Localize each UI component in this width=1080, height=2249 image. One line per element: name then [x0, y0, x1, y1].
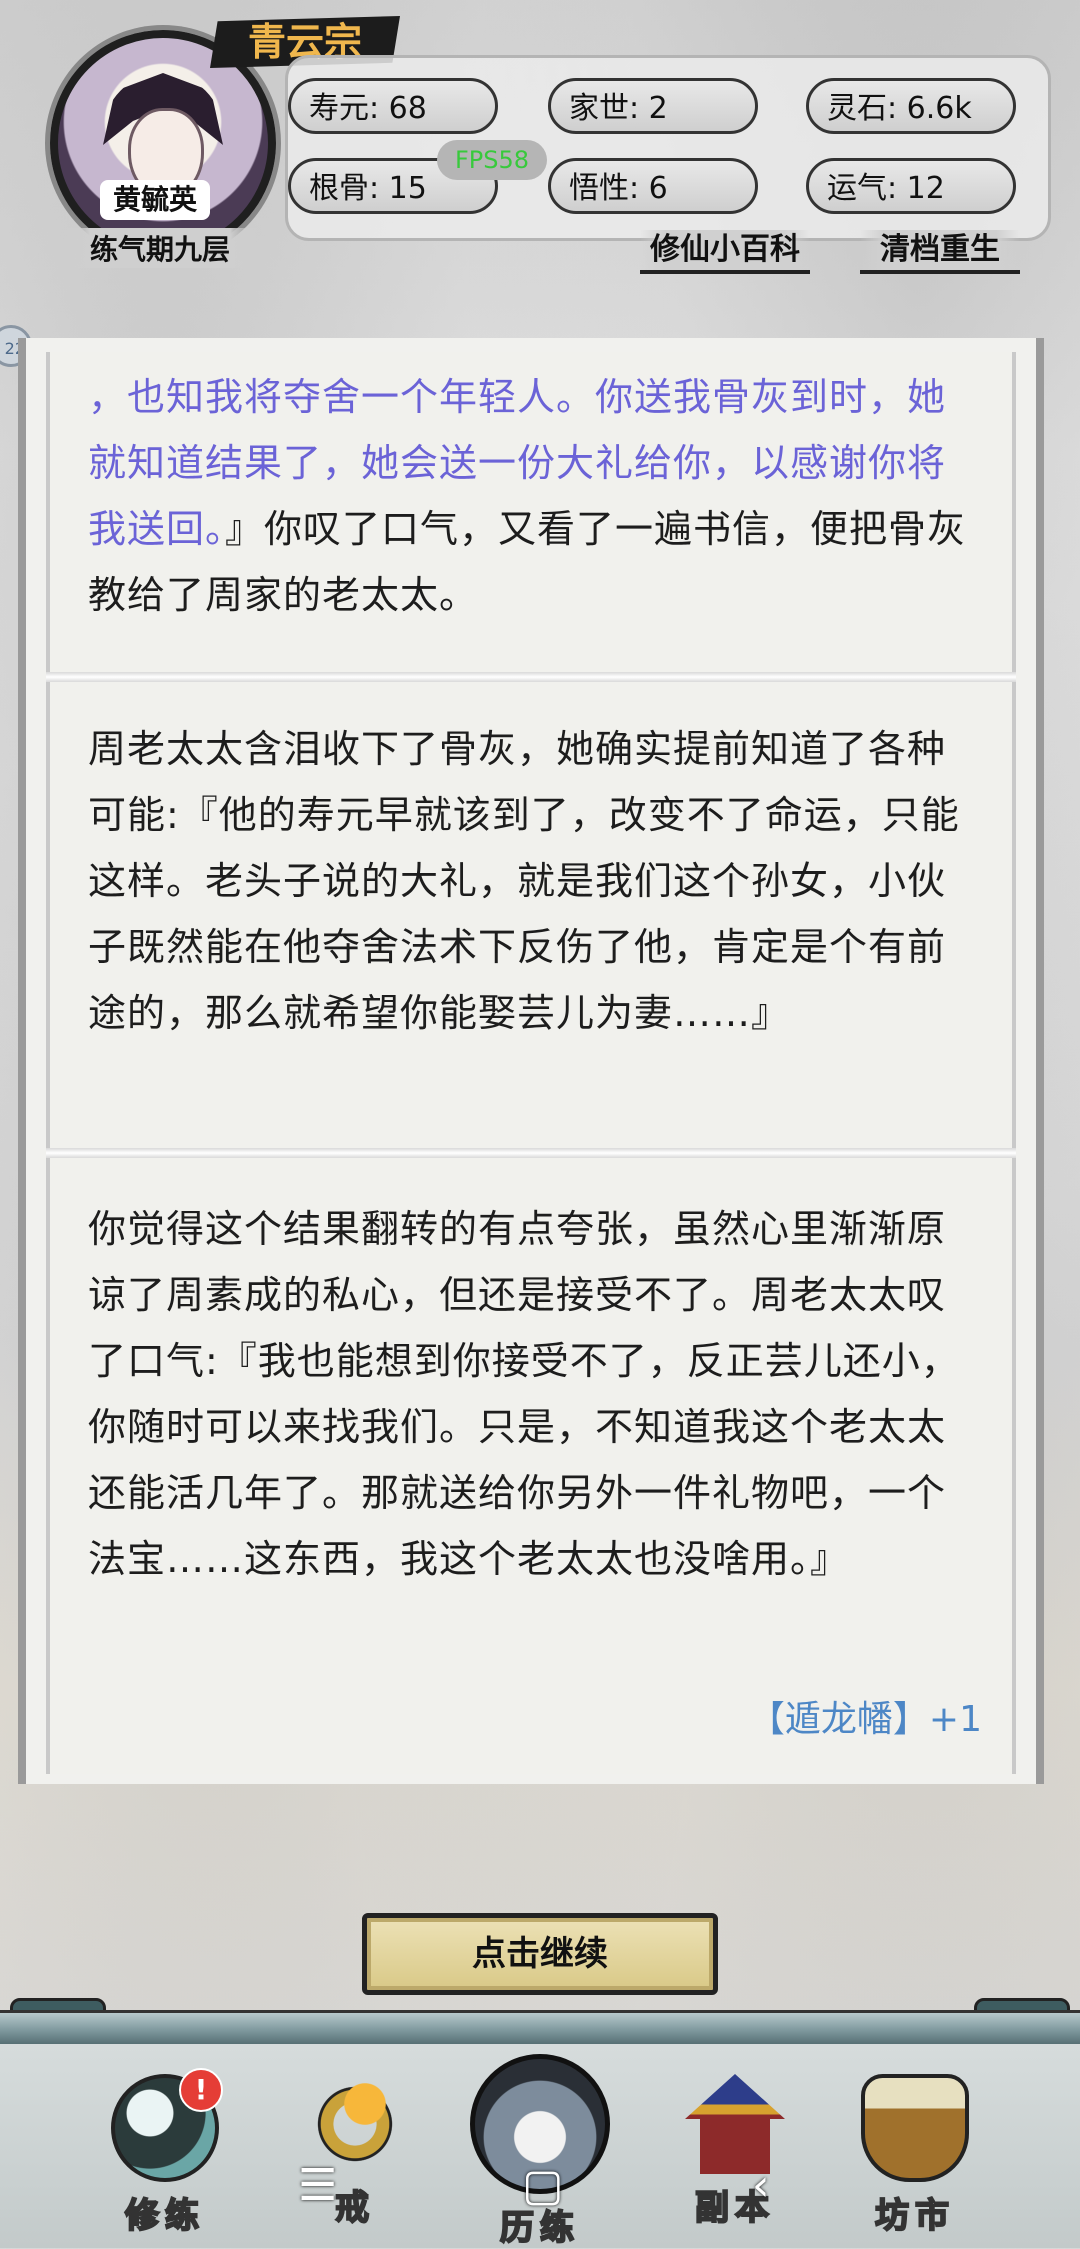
- pagoda-icon: [685, 2074, 785, 2174]
- story-card: 你觉得这个结果翻转的有点夸张，虽然心里渐渐原谅了周素成的私心，但还是接受不了。周…: [46, 1158, 1016, 1774]
- bottom-nav: ! 修练 戒 历练 副本 坊市: [0, 2044, 1080, 2249]
- cauldron-icon: [861, 2074, 969, 2182]
- stat-spirit-stones: 灵石: 6.6k: [806, 78, 1016, 134]
- story-card: ，也知我将夺舍一个年轻人。你送我骨灰到时，她就知道结果了，她会送一份大礼给你，以…: [46, 352, 1016, 672]
- encyclopedia-button[interactable]: 修仙小百科: [640, 230, 810, 274]
- story-card: 周老太太含泪收下了骨灰，她确实提前知道了各种可能:『他的寿元早就该到了，改变不了…: [46, 682, 1016, 1148]
- nav-label: 修练: [124, 2195, 205, 2237]
- alert-badge: !: [179, 2068, 223, 2112]
- story-panel: ，也知我将夺舍一个年轻人。你送我骨灰到时，她就知道结果了，她会送一份大礼给你，以…: [18, 338, 1044, 1784]
- story-paragraph: 你觉得这个结果翻转的有点夸张，虽然心里渐渐原谅了周素成的私心，但还是接受不了。周…: [88, 1207, 960, 1581]
- nav-market[interactable]: 坊市: [840, 2074, 990, 2237]
- stat-comprehension: 悟性: 6: [548, 158, 758, 214]
- story-paragraph: ，也知我将夺舍一个年轻人。你送我骨灰到时，她就知道结果了，她会送一份大礼给你，以…: [88, 364, 974, 628]
- system-home-icon[interactable]: ▢: [522, 2160, 564, 2211]
- nav-dungeon[interactable]: 副本: [660, 2074, 810, 2234]
- system-menu-icon[interactable]: ☰: [298, 2160, 337, 2211]
- player-realm: 练气期九层: [60, 228, 260, 268]
- stat-family: 家世: 2: [548, 78, 758, 134]
- stat-luck: 运气: 12: [806, 158, 1016, 214]
- player-name: 黄毓英: [100, 180, 210, 220]
- stat-lifespan: 寿元: 68: [288, 78, 498, 134]
- nav-label: 坊市: [874, 2195, 955, 2237]
- card-divider: [46, 672, 1016, 682]
- nav-cultivate[interactable]: ! 修练: [90, 2068, 240, 2237]
- ring-icon: [305, 2074, 405, 2174]
- story-paragraph: 周老太太含泪收下了骨灰，她确实提前知道了各种可能:『他的寿元早就该到了，改变不了…: [88, 727, 960, 1035]
- system-back-icon[interactable]: ‹: [752, 2160, 770, 2211]
- fps-indicator: FPS58: [437, 140, 547, 180]
- card-divider: [46, 1148, 1016, 1158]
- yin-yang-icon: !: [111, 2068, 223, 2182]
- header: 黄毓英 练气期九层 青云宗 寿元: 68 家世: 2 灵石: 6.6k 根骨: …: [0, 0, 1080, 320]
- reset-button[interactable]: 清档重生: [860, 230, 1020, 274]
- reward-text: 【遁龙幡】+1: [748, 1699, 982, 1740]
- continue-button[interactable]: 点击继续: [362, 1913, 718, 1995]
- nav-label: 副本: [694, 2187, 775, 2229]
